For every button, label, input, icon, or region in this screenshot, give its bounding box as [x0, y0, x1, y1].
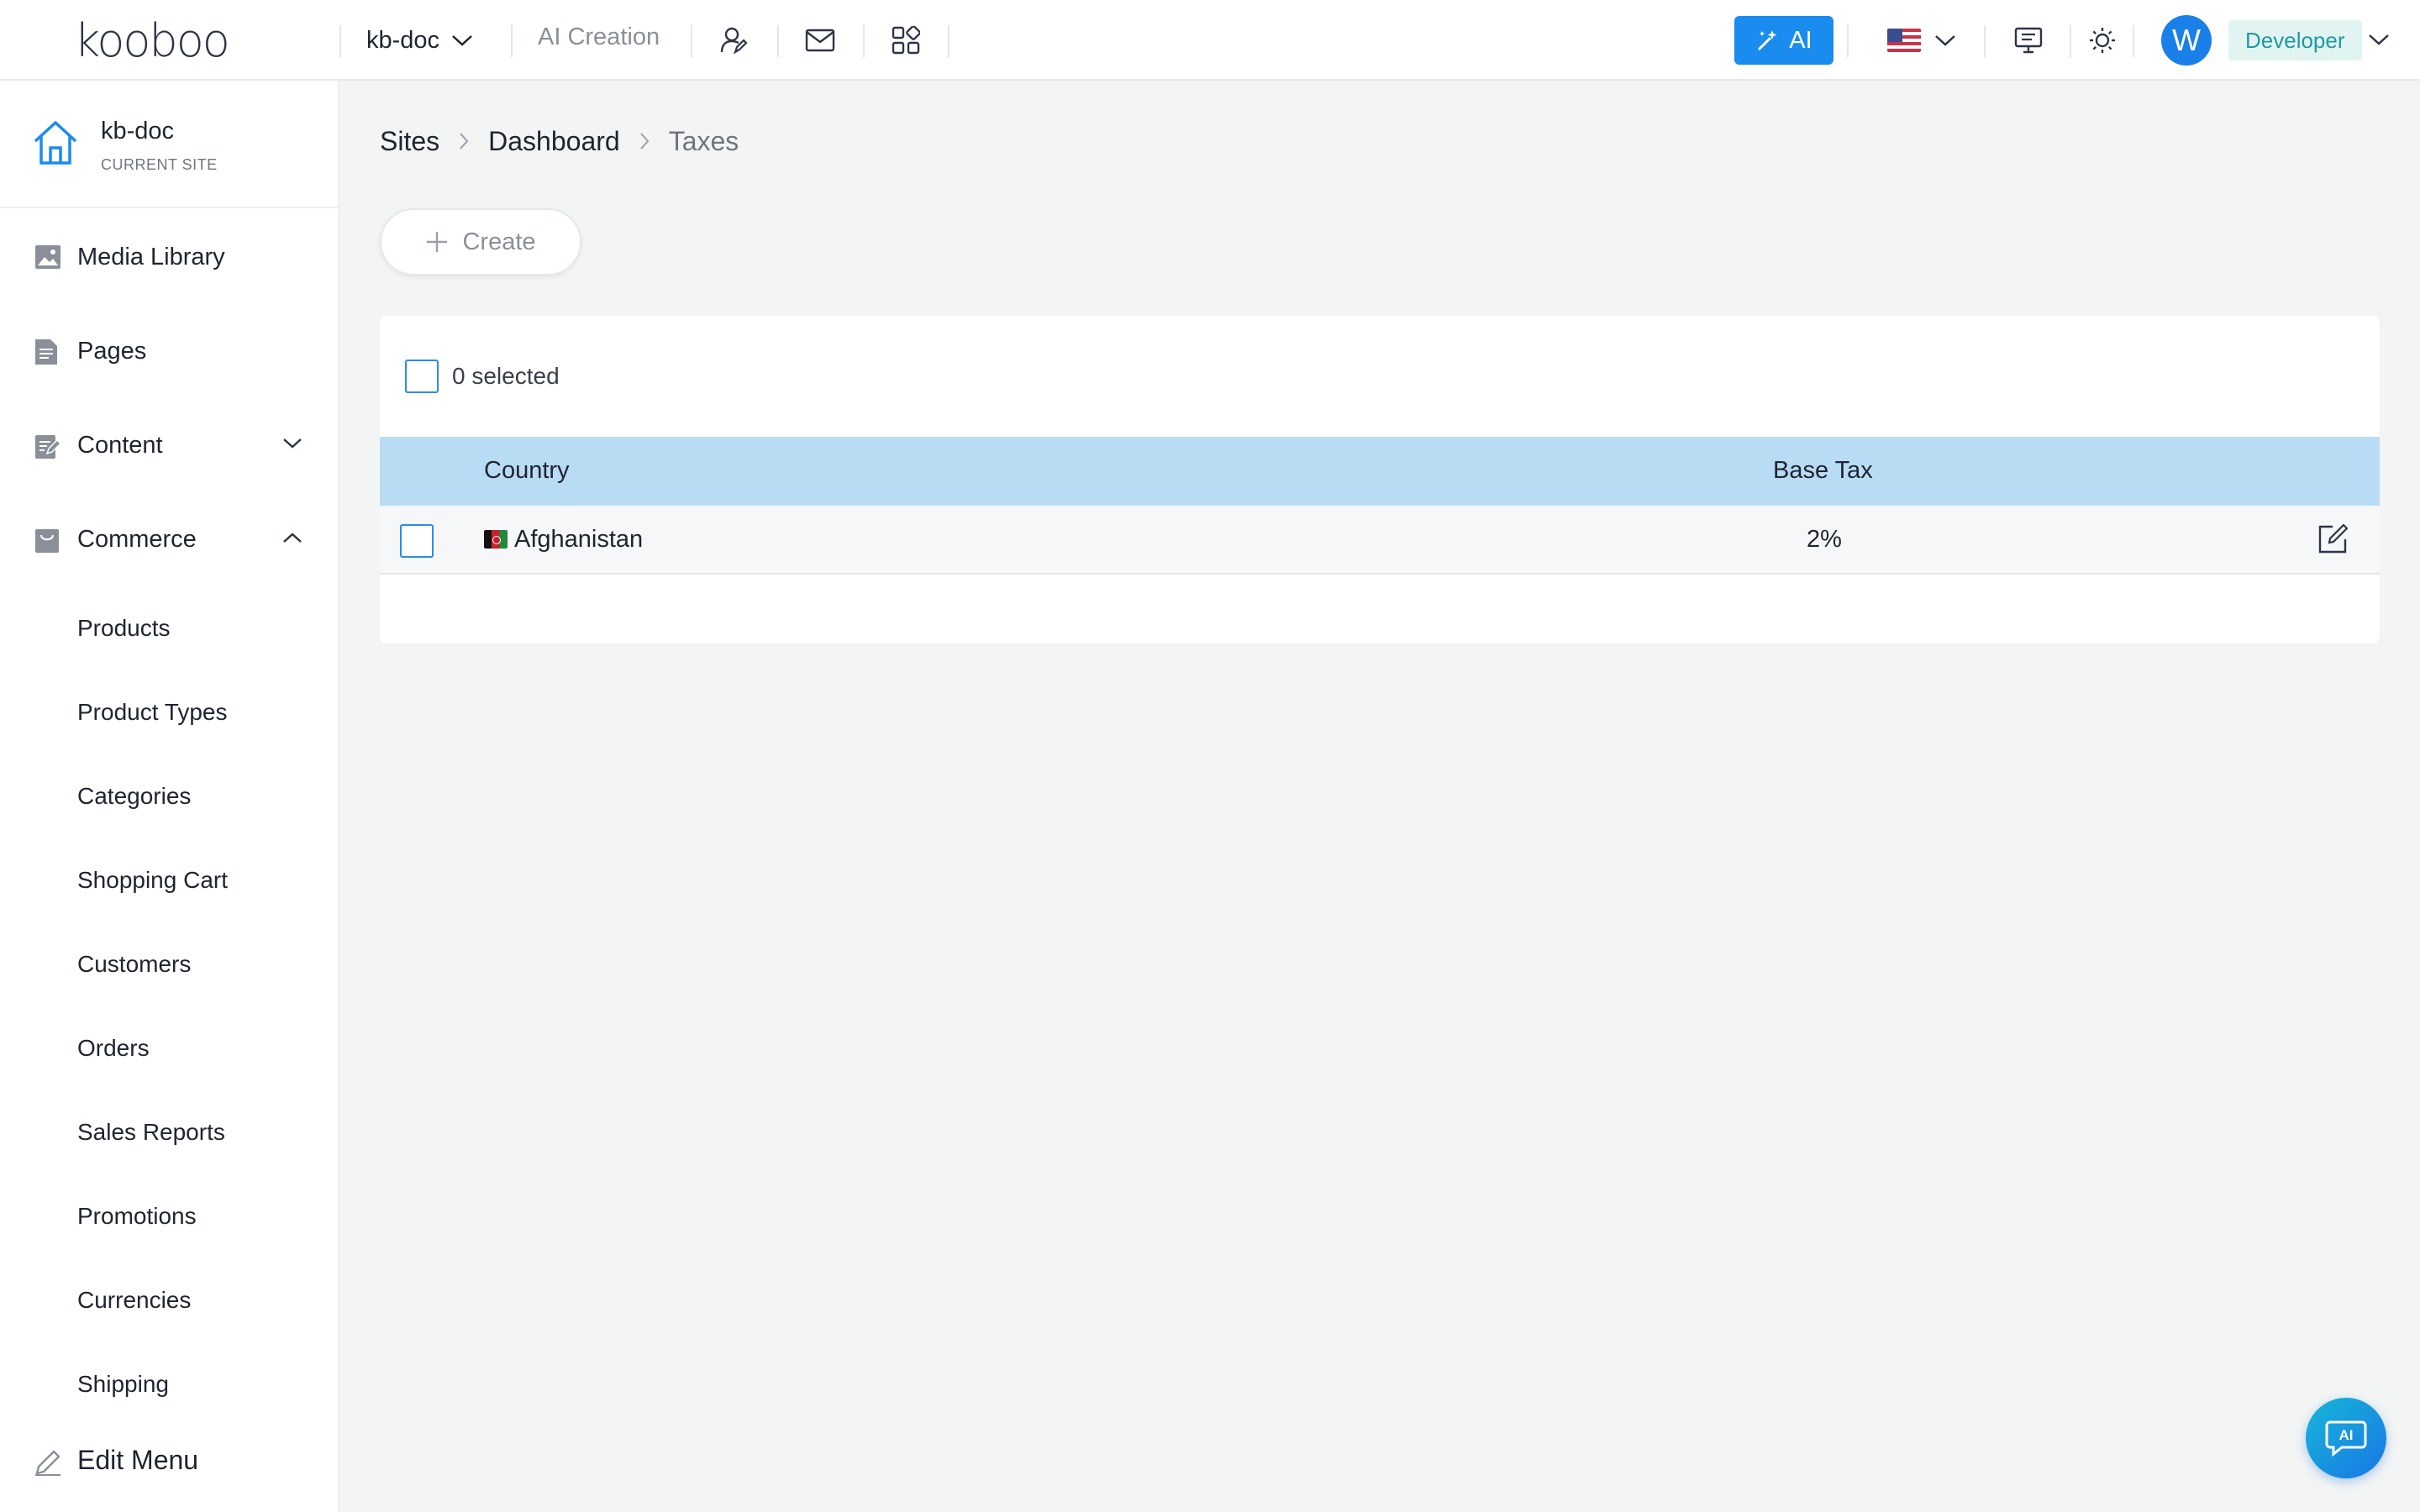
sidebar-item-label: Sales Reports	[77, 1119, 225, 1145]
divider	[777, 25, 779, 57]
create-button[interactable]: Create	[380, 208, 581, 276]
sidebar-item-label: Commerce	[77, 525, 197, 553]
apps-grid-icon[interactable]	[881, 15, 931, 66]
divider	[1984, 25, 1986, 57]
create-button-label: Create	[462, 228, 536, 255]
site-switcher-label: kb-doc	[366, 26, 440, 54]
image-icon	[35, 245, 60, 269]
sidebar-item-label: Products	[77, 615, 171, 641]
divider	[948, 25, 950, 57]
ai-assistant-button[interactable]: AI	[2306, 1398, 2386, 1478]
breadcrumb-sites[interactable]: Sites	[380, 126, 439, 157]
chevron-right-icon	[639, 131, 650, 151]
sidebar-item-label: Promotions	[77, 1203, 197, 1229]
sidebar-item-pages[interactable]: Pages	[0, 318, 338, 385]
magic-wand-icon	[1758, 30, 1777, 51]
sidebar-item-commerce[interactable]: Commerce	[0, 506, 338, 573]
chat-bubble-icon: AI	[2325, 1420, 2367, 1457]
language-selector[interactable]	[1887, 22, 1956, 59]
sidebar-item-shopping-cart[interactable]: Shopping Cart	[0, 847, 338, 914]
sidebar-item-label: Currencies	[77, 1287, 192, 1313]
ai-fab-label: AI	[2339, 1427, 2354, 1443]
edit-menu-label: Edit Menu	[77, 1445, 199, 1475]
sidebar-item-label: Media Library	[77, 243, 225, 270]
sidebar-item-orders[interactable]: Orders	[0, 1015, 338, 1082]
breadcrumb-dashboard[interactable]: Dashboard	[488, 126, 620, 157]
ai-button-label: AI	[1789, 26, 1812, 54]
ai-creation-link[interactable]: AI Creation	[538, 24, 660, 51]
role-badge[interactable]: Developer	[2228, 20, 2362, 60]
sidebar-item-shipping[interactable]: Shipping	[0, 1351, 338, 1418]
divider	[2133, 25, 2134, 57]
chevron-down-icon	[283, 438, 302, 449]
base-tax-cell: 2%	[1807, 526, 1842, 553]
sun-icon[interactable]	[2077, 15, 2128, 66]
sidebar-item-label: Orders	[77, 1035, 150, 1061]
chevron-down-icon	[452, 35, 472, 46]
column-header-base-tax[interactable]: Base Tax	[1773, 457, 1873, 485]
kooboo-logo[interactable]: kooboo	[74, 14, 230, 67]
top-bar: kooboo kb-doc AI Creation AI W Developer	[0, 0, 2420, 81]
sidebar-item-categories[interactable]: Categories	[0, 763, 338, 830]
country-cell: Afghanistan	[484, 526, 643, 554]
sidebar-item-content[interactable]: Content	[0, 412, 338, 479]
divider	[339, 25, 341, 57]
sidebar-item-currencies[interactable]: Currencies	[0, 1267, 338, 1334]
table-row[interactable]: Afghanistan 2%	[380, 506, 2380, 575]
site-switcher[interactable]: kb-doc	[366, 22, 473, 59]
afghanistan-flag-icon	[484, 530, 508, 549]
divider	[511, 25, 513, 57]
current-site-label: CURRENT SITE	[101, 156, 218, 173]
commerce-icon	[35, 529, 59, 553]
sidebar-item-label: Product Types	[77, 699, 228, 725]
sidebar: kb-doc CURRENT SITE Media Library Pages …	[0, 81, 339, 1512]
table-header: Country Base Tax	[380, 437, 2380, 506]
chevron-right-icon	[458, 131, 470, 151]
chevron-up-icon	[283, 533, 302, 543]
sidebar-item-label: Categories	[77, 783, 192, 809]
sidebar-item-label: Content	[77, 431, 163, 459]
column-header-country[interactable]: Country	[484, 457, 570, 485]
monitor-icon[interactable]	[2003, 15, 2054, 66]
content-icon	[35, 435, 60, 459]
current-site[interactable]: kb-doc CURRENT SITE	[0, 81, 338, 208]
sidebar-item-label: Customers	[77, 951, 192, 977]
chevron-down-icon	[1935, 35, 1955, 46]
breadcrumb: Sites Dashboard Taxes	[380, 124, 739, 158]
plus-icon	[427, 232, 448, 252]
chevron-down-icon[interactable]	[2368, 25, 2390, 54]
country-name: Afghanistan	[514, 526, 644, 553]
sidebar-item-media-library[interactable]: Media Library	[0, 223, 338, 291]
divider	[691, 25, 692, 57]
current-site-name: kb-doc	[101, 118, 175, 144]
sidebar-item-products[interactable]: Products	[0, 595, 338, 662]
user-avatar[interactable]: W	[2161, 15, 2212, 66]
ai-button[interactable]: AI	[1734, 16, 1833, 65]
sidebar-item-promotions[interactable]: Promotions	[0, 1183, 338, 1250]
mail-icon[interactable]	[795, 15, 845, 66]
edit-menu-button[interactable]: Edit Menu	[0, 1433, 338, 1492]
sidebar-item-product-types[interactable]: Product Types	[0, 679, 338, 746]
divider	[863, 25, 865, 57]
row-checkbox[interactable]	[400, 524, 434, 558]
home-icon	[34, 121, 77, 165]
divider	[1847, 25, 1849, 57]
sidebar-item-label: Shopping Cart	[77, 867, 229, 893]
pencil-icon	[35, 1450, 60, 1476]
divider	[2070, 25, 2071, 57]
sidebar-item-sales-reports[interactable]: Sales Reports	[0, 1099, 338, 1166]
taxes-table-panel: 0 selected Country Base Tax Afghanistan …	[380, 316, 2380, 643]
user-edit-icon[interactable]	[708, 15, 759, 66]
sidebar-item-label: Pages	[77, 337, 147, 365]
select-all-checkbox[interactable]	[405, 360, 439, 393]
sidebar-item-customers[interactable]: Customers	[0, 931, 338, 998]
us-flag-icon	[1887, 29, 1921, 52]
breadcrumb-taxes: Taxes	[668, 125, 739, 156]
page-icon	[35, 339, 57, 365]
sidebar-item-label: Shipping	[77, 1371, 169, 1397]
edit-icon[interactable]	[2317, 524, 2348, 554]
selected-count: 0 selected	[452, 363, 560, 389]
